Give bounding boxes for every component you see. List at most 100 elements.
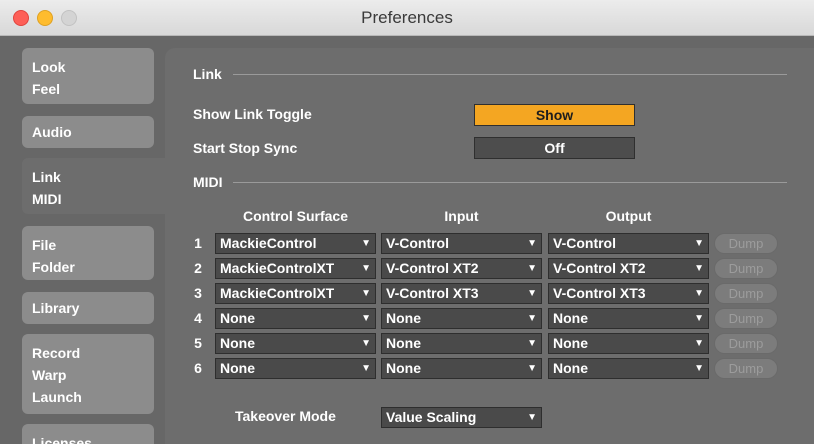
dump-button[interactable]: Dump	[714, 233, 778, 254]
dump-button[interactable]: Dump	[714, 308, 778, 329]
start-stop-sync-button[interactable]: Off	[474, 137, 635, 159]
row-number: 3	[194, 285, 202, 301]
dump-button[interactable]: Dump	[714, 283, 778, 304]
midi-surface-row: 6 None ▼ None ▼ None ▼ Dump	[165, 358, 814, 380]
show-link-toggle-button[interactable]: Show	[474, 104, 635, 126]
input-value: None	[386, 310, 421, 326]
sidebar-item-label: File	[32, 237, 57, 253]
output-header: Output	[605, 208, 652, 224]
show-link-toggle-label: Show Link Toggle	[193, 106, 312, 122]
input-value: None	[386, 360, 421, 376]
window-title: Preferences	[361, 8, 453, 27]
input-dropdown[interactable]: V-Control XT2 ▼	[381, 258, 542, 279]
control-surface-dropdown[interactable]: MackieControlXT ▼	[215, 283, 376, 304]
triangle-down-icon: ▼	[694, 288, 704, 299]
midi-surface-row: 3 MackieControlXT ▼ V-Control XT3 ▼ V-Control…	[165, 283, 814, 305]
triangle-down-icon: ▼	[694, 338, 704, 349]
link-midi-panel: Link Show Link Toggle Show Start Stop Sy…	[165, 48, 814, 444]
sidebar-item-label: Look	[32, 59, 66, 75]
title-bar: Preferences	[0, 0, 814, 36]
input-value: V-Control	[386, 235, 449, 251]
sidebar-item-label: Launch	[32, 389, 82, 405]
input-dropdown[interactable]: None ▼	[381, 358, 542, 379]
link-section-title: Link	[193, 66, 222, 82]
triangle-down-icon: ▼	[694, 363, 704, 374]
midi-surface-row: 4 None ▼ None ▼ None ▼ Dump	[165, 308, 814, 330]
input-value: V-Control XT2	[386, 260, 479, 276]
midi-surface-row: 2 MackieControlXT ▼ V-Control XT2 ▼ V-Control…	[165, 258, 814, 280]
sidebar-item-licenses[interactable]: Licenses	[22, 424, 154, 444]
input-dropdown[interactable]: V-Control XT3 ▼	[381, 283, 542, 304]
sidebar-item-label: Feel	[32, 81, 61, 97]
row-number: 1	[194, 235, 202, 251]
input-dropdown[interactable]: None ▼	[381, 333, 542, 354]
triangle-down-icon: ▼	[361, 238, 371, 249]
sidebar-item-library[interactable]: Library	[22, 292, 154, 324]
row-number: 2	[194, 260, 202, 276]
control-surface-value: None	[220, 360, 255, 376]
triangle-down-icon: ▼	[694, 238, 704, 249]
midi-section-title: MIDI	[193, 174, 223, 190]
sidebar-item-record-warp-launch[interactable]: Record Warp Launch	[22, 334, 154, 414]
midi-section-divider	[233, 182, 787, 183]
triangle-down-icon: ▼	[527, 238, 537, 249]
triangle-down-icon: ▼	[361, 288, 371, 299]
output-dropdown[interactable]: V-Control ▼	[548, 233, 709, 254]
triangle-down-icon: ▼	[527, 363, 537, 374]
triangle-down-icon: ▼	[361, 313, 371, 324]
sidebar-item-label: Folder	[32, 259, 75, 275]
output-value: V-Control XT2	[553, 260, 646, 276]
input-value: None	[386, 335, 421, 351]
triangle-down-icon: ▼	[527, 288, 537, 299]
sidebar-item-label: Library	[32, 300, 80, 316]
control-surface-header: Control Surface	[242, 208, 348, 224]
control-surface-value: None	[220, 310, 255, 326]
dump-button[interactable]: Dump	[714, 358, 778, 379]
control-surface-dropdown[interactable]: None ▼	[215, 308, 376, 329]
output-dropdown[interactable]: V-Control XT2 ▼	[548, 258, 709, 279]
input-header: Input	[444, 208, 479, 224]
midi-surface-row: 1 MackieControl ▼ V-Control ▼ V-Control ▼ Dump	[165, 233, 814, 255]
link-section-divider	[233, 74, 787, 75]
dump-button[interactable]: Dump	[714, 258, 778, 279]
output-value: None	[553, 360, 588, 376]
control-surface-value: MackieControlXT	[220, 285, 335, 301]
triangle-down-icon: ▼	[694, 313, 704, 324]
row-number: 6	[194, 360, 202, 376]
takeover-mode-value: Value Scaling	[386, 409, 477, 425]
triangle-down-icon: ▼	[694, 263, 704, 274]
output-dropdown[interactable]: None ▼	[548, 333, 709, 354]
triangle-down-icon: ▼	[361, 338, 371, 349]
dump-button[interactable]: Dump	[714, 333, 778, 354]
control-surface-value: MackieControl	[220, 235, 317, 251]
sidebar-item-file-folder[interactable]: File Folder	[22, 226, 154, 280]
midi-surface-row: 5 None ▼ None ▼ None ▼ Dump	[165, 333, 814, 355]
control-surface-dropdown[interactable]: MackieControlXT ▼	[215, 258, 376, 279]
sidebar-item-look-feel[interactable]: Look Feel	[22, 48, 154, 104]
triangle-down-icon: ▼	[361, 263, 371, 274]
sidebar-item-link-midi[interactable]: Link MIDI	[22, 158, 170, 214]
sidebar-item-label: MIDI	[32, 191, 62, 207]
triangle-down-icon: ▼	[527, 338, 537, 349]
takeover-mode-dropdown[interactable]: Value Scaling ▼	[381, 407, 542, 428]
row-number: 4	[194, 310, 202, 326]
sidebar-item-label: Link	[32, 169, 61, 185]
sidebar-item-label: Warp	[32, 367, 67, 383]
output-value: V-Control XT3	[553, 285, 646, 301]
output-dropdown[interactable]: None ▼	[548, 308, 709, 329]
triangle-down-icon: ▼	[527, 263, 537, 274]
input-dropdown[interactable]: None ▼	[381, 308, 542, 329]
preferences-window: Look Feel Audio Link MIDI File Folder Li…	[0, 36, 814, 444]
output-value: V-Control	[553, 235, 616, 251]
output-value: None	[553, 310, 588, 326]
sidebar-item-audio[interactable]: Audio	[22, 116, 154, 148]
control-surface-dropdown[interactable]: None ▼	[215, 333, 376, 354]
input-dropdown[interactable]: V-Control ▼	[381, 233, 542, 254]
control-surface-dropdown[interactable]: None ▼	[215, 358, 376, 379]
control-surface-dropdown[interactable]: MackieControl ▼	[215, 233, 376, 254]
output-value: None	[553, 335, 588, 351]
output-dropdown[interactable]: None ▼	[548, 358, 709, 379]
start-stop-sync-label: Start Stop Sync	[193, 140, 298, 156]
output-dropdown[interactable]: V-Control XT3 ▼	[548, 283, 709, 304]
takeover-mode-label: Takeover Mode	[235, 408, 336, 424]
